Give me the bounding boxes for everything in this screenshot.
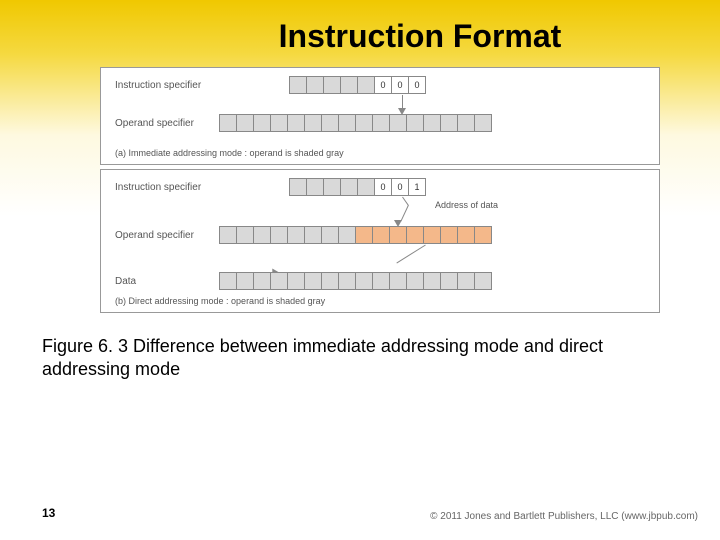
cell: [406, 226, 424, 244]
cell: [338, 114, 356, 132]
cell: [338, 272, 356, 290]
copyright-text: © 2011 Jones and Bartlett Publishers, LL…: [430, 511, 698, 522]
cell: [372, 226, 390, 244]
cell: [253, 272, 271, 290]
cell: [304, 272, 322, 290]
panel-a-row2: Operand specifier: [115, 114, 645, 132]
panel-b-subcaption: (b) Direct addressing mode : operand is …: [115, 296, 645, 306]
cell: [457, 114, 475, 132]
bit-cell: 0: [391, 178, 409, 196]
bit-cell: [340, 178, 358, 196]
cell: [406, 114, 424, 132]
panel-a: Instruction specifier 0 0 0 Operand spec…: [100, 67, 660, 165]
panel-b: Instruction specifier 0 0 1 Address of d…: [100, 169, 660, 313]
bit-cell: 0: [374, 76, 392, 94]
panel-a-row2-cells: [220, 114, 492, 132]
cell: [406, 272, 424, 290]
panel-a-row1-label: Instruction specifier: [115, 80, 220, 91]
panel-b-row1-cells: 0 0 1: [290, 178, 426, 196]
bit-cell: 0: [391, 76, 409, 94]
diagram-area: Instruction specifier 0 0 0 Operand spec…: [100, 67, 660, 313]
figure-caption: Figure 6. 3 Difference between immediate…: [42, 335, 678, 382]
cell: [253, 226, 271, 244]
arrow-stem: [396, 245, 425, 264]
arrow-stem: [402, 95, 403, 109]
bit-cell: [357, 76, 375, 94]
cell: [372, 114, 390, 132]
bit-cell: 0: [374, 178, 392, 196]
cell: [270, 272, 288, 290]
cell: [423, 272, 441, 290]
bit-cell: [323, 76, 341, 94]
cell: [355, 226, 373, 244]
panel-b-row2: Operand specifier: [115, 226, 645, 244]
bit-cell: [289, 76, 307, 94]
page-number: 13: [42, 506, 55, 520]
cell: [440, 114, 458, 132]
cell: [270, 226, 288, 244]
panel-b-row2-label: Operand specifier: [115, 230, 220, 241]
address-of-data-label: Address of data: [435, 200, 498, 210]
cell: [338, 226, 356, 244]
panel-a-row1: Instruction specifier 0 0 0: [115, 76, 645, 94]
cell: [423, 226, 441, 244]
cell: [219, 226, 237, 244]
cell: [253, 114, 271, 132]
cell: [236, 272, 254, 290]
cell: [474, 272, 492, 290]
cell: [321, 272, 339, 290]
cell: [304, 114, 322, 132]
panel-b-row2-cells: [220, 226, 492, 244]
bit-cell: [323, 178, 341, 196]
cell: [236, 114, 254, 132]
cell: [474, 226, 492, 244]
bit-cell: 1: [408, 178, 426, 196]
cell: [236, 226, 254, 244]
cell: [219, 114, 237, 132]
cell: [355, 272, 373, 290]
cell: [389, 226, 407, 244]
panel-b-row1-label: Instruction specifier: [115, 182, 220, 193]
cell: [304, 226, 322, 244]
panel-b-row1: Instruction specifier 0 0 1 Address of d…: [115, 178, 645, 196]
cell: [219, 272, 237, 290]
panel-b-row3-cells: [220, 272, 492, 290]
cell: [474, 114, 492, 132]
cell: [287, 272, 305, 290]
bit-cell: [340, 76, 358, 94]
arrow-stem: [400, 205, 409, 222]
page-title: Instruction Format: [0, 0, 720, 55]
bit-cell: 0: [408, 76, 426, 94]
cell: [389, 272, 407, 290]
panel-a-subcaption: (a) Immediate addressing mode : operand …: [115, 148, 645, 158]
panel-a-row1-cells: 0 0 0: [290, 76, 426, 94]
bit-cell: [306, 178, 324, 196]
cell: [389, 114, 407, 132]
cell: [457, 272, 475, 290]
cell: [423, 114, 441, 132]
cell: [287, 226, 305, 244]
cell: [321, 226, 339, 244]
cell: [270, 114, 288, 132]
panel-b-row3: Data: [115, 272, 645, 290]
panel-b-row3-label: Data: [115, 276, 220, 287]
cell: [287, 114, 305, 132]
cell: [457, 226, 475, 244]
cell: [321, 114, 339, 132]
cell: [372, 272, 390, 290]
bit-cell: [289, 178, 307, 196]
bit-cell: [357, 178, 375, 196]
bit-cell: [306, 76, 324, 94]
cell: [440, 272, 458, 290]
cell: [355, 114, 373, 132]
panel-a-row2-label: Operand specifier: [115, 118, 220, 129]
cell: [440, 226, 458, 244]
